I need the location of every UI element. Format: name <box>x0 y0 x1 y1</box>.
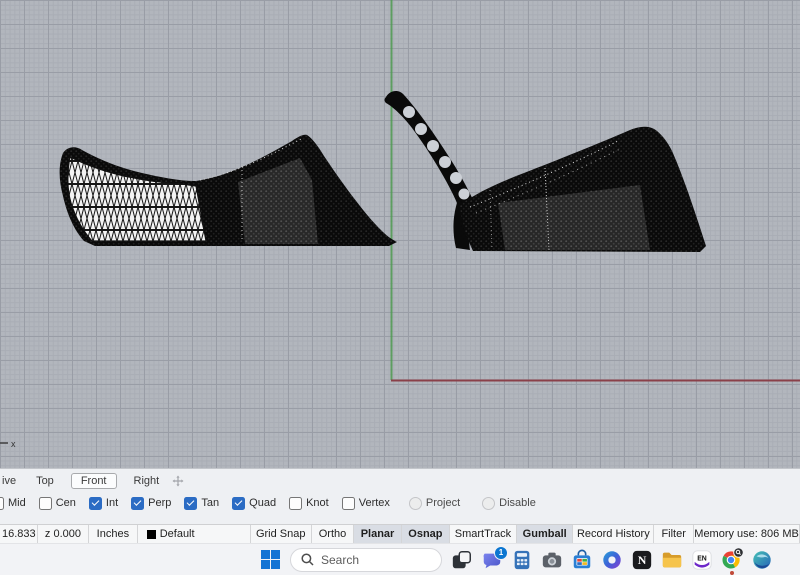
chat-notification-badge: 1 <box>494 545 508 560</box>
osnap-int[interactable]: Int <box>88 496 118 510</box>
chrome-icon <box>722 546 744 569</box>
svg-text:N: N <box>638 553 647 567</box>
osnap-perp[interactable]: Perp <box>131 496 171 510</box>
checkbox-knot[interactable] <box>289 496 303 510</box>
checkbox-tan[interactable] <box>184 496 198 510</box>
folder-icon <box>662 552 682 567</box>
status-bar: 16.833 z 0.000 Inches Default Grid Snap … <box>0 524 800 543</box>
osnap-toolbar: Mid Cen Int Perp Tan Quad Knot Vertex Pr… <box>0 492 800 514</box>
calculator-button[interactable] <box>509 547 535 573</box>
checkbox-cen[interactable] <box>38 496 52 510</box>
camera-button[interactable] <box>539 547 565 573</box>
notion-icon: N <box>632 550 652 569</box>
task-view-icon <box>452 550 471 568</box>
tab-top[interactable]: Top <box>33 474 57 488</box>
viewport-front[interactable]: x <box>0 0 800 468</box>
units-cell[interactable]: Inches <box>89 525 138 543</box>
en-app-button[interactable]: EN <box>689 547 715 573</box>
search-icon <box>301 553 314 566</box>
coordinate-z: z 0.000 <box>38 525 90 543</box>
copilot-icon <box>603 550 621 569</box>
calculator-icon <box>514 550 530 569</box>
osnap-quad[interactable]: Quad <box>232 496 276 510</box>
toggle-osnap[interactable]: Osnap <box>401 525 450 543</box>
windows-taskbar: Search 1 N EN <box>0 543 800 575</box>
bottom-panel: ive Top Front Right Mid Cen Int Perp Tan… <box>0 468 800 524</box>
tab-pan-icon[interactable] <box>172 475 184 487</box>
tab-perspective-clipped[interactable]: ive <box>0 474 19 488</box>
edge-icon <box>753 550 771 569</box>
chrome-button[interactable] <box>719 546 745 575</box>
copilot-button[interactable] <box>599 547 625 573</box>
svg-text:EN: EN <box>697 555 707 562</box>
toggle-record-history[interactable]: Record History <box>573 525 655 543</box>
tab-right[interactable]: Right <box>131 474 163 488</box>
tab-front[interactable]: Front <box>70 472 117 489</box>
axis-x-label: x <box>11 439 16 449</box>
cplane-axis-indicator: x <box>0 439 16 449</box>
chrome-notification-dot <box>730 570 734 575</box>
toggle-grid-snap[interactable]: Grid Snap <box>251 525 312 543</box>
layer-color-swatch <box>146 529 156 539</box>
mesh-object-right[interactable] <box>384 91 707 252</box>
checkbox-int[interactable] <box>88 496 102 510</box>
osnap-vertex[interactable]: Vertex <box>341 496 390 510</box>
windows-logo-icon <box>260 550 280 569</box>
radio-disable[interactable] <box>482 496 496 510</box>
memory-usage: Memory use: 806 MB <box>694 525 800 543</box>
radio-project[interactable] <box>408 496 422 510</box>
notion-button[interactable]: N <box>629 547 655 573</box>
osnap-knot[interactable]: Knot <box>289 496 329 510</box>
file-explorer-button[interactable] <box>659 547 685 573</box>
mesh-object-left[interactable] <box>59 134 397 246</box>
layer-cell[interactable]: Default <box>138 525 251 543</box>
store-icon <box>573 549 591 568</box>
toggle-gumball[interactable]: Gumball <box>516 525 574 543</box>
checkbox-mid[interactable] <box>0 496 4 510</box>
store-button[interactable] <box>569 547 595 573</box>
viewport-scene: x <box>0 0 800 449</box>
chat-button[interactable]: 1 <box>479 545 508 573</box>
viewport-tab-bar: ive Top Front Right <box>0 469 800 492</box>
osnap-disable[interactable]: Disable <box>482 496 536 510</box>
task-view-button[interactable] <box>449 547 475 573</box>
checkbox-quad[interactable] <box>232 496 246 510</box>
toggle-ortho[interactable]: Ortho <box>312 525 355 543</box>
osnap-mid[interactable]: Mid <box>0 496 26 510</box>
osnap-cen[interactable]: Cen <box>38 496 76 510</box>
toggle-smarttrack[interactable]: SmartTrack <box>450 525 517 543</box>
checkbox-perp[interactable] <box>131 496 145 510</box>
toggle-planar[interactable]: Planar <box>354 525 402 543</box>
toggle-filter[interactable]: Filter <box>654 525 695 543</box>
coordinate-y: 16.833 <box>0 525 38 543</box>
edge-button[interactable] <box>749 547 775 573</box>
start-button[interactable] <box>257 547 283 573</box>
camera-icon <box>542 552 562 567</box>
osnap-project[interactable]: Project <box>408 496 460 510</box>
search-input[interactable]: Search <box>290 547 442 572</box>
checkbox-vertex[interactable] <box>341 496 355 510</box>
osnap-tan[interactable]: Tan <box>184 496 219 510</box>
en-app-icon: EN <box>692 549 712 570</box>
